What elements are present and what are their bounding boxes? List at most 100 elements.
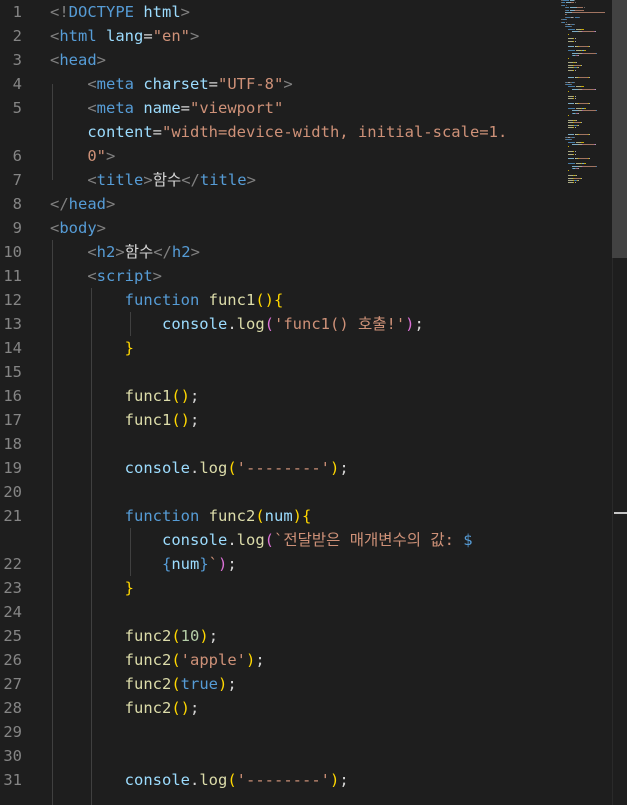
minimap-stroke	[573, 136, 575, 138]
code-token: true	[180, 675, 218, 693]
code-token: 10	[180, 627, 200, 645]
code-token: <	[50, 219, 60, 237]
code-token: =	[143, 27, 153, 45]
code-token: <	[50, 51, 60, 69]
code-token: console	[50, 771, 190, 789]
code-token: ;	[255, 651, 265, 669]
line-number: 2	[12, 27, 22, 45]
minimap-stroke	[595, 88, 597, 90]
code-token: function	[50, 507, 200, 525]
code-token: >	[106, 195, 116, 213]
code-token: <	[50, 243, 97, 261]
minimap-stroke	[574, 98, 576, 100]
code-token: .	[189, 771, 200, 789]
minimap-stroke	[566, 14, 568, 16]
code-token: ;	[339, 459, 349, 477]
code-line: func2();	[50, 696, 200, 720]
minimap-stroke	[585, 108, 587, 109]
minimap-stroke	[571, 12, 606, 13]
code-token: <	[50, 27, 60, 45]
line-number	[0, 120, 22, 144]
code-token: num	[264, 507, 293, 525]
minimap-stroke	[580, 122, 582, 124]
scrollbar-thumb[interactable]	[612, 0, 627, 258]
code-token: =	[180, 99, 191, 117]
code-token: (	[227, 771, 237, 789]
code-line: console.log('func1() 호출!');	[50, 312, 424, 336]
minimap-stroke	[574, 96, 576, 97]
code-token: function	[50, 291, 200, 309]
code-token: (	[227, 459, 237, 477]
minimap[interactable]	[560, 0, 612, 205]
line-number: 24	[3, 603, 22, 621]
code-token: ;	[414, 315, 424, 333]
code-token: >	[180, 3, 191, 21]
code-line: console.log('--------');	[50, 768, 349, 792]
line-number: 18	[3, 435, 22, 453]
minimap-stroke	[574, 38, 576, 40]
minimap-stroke	[568, 28, 576, 30]
code-line: content="width=device-width, initial-sca…	[50, 120, 507, 144]
code-token: 'apple'	[180, 651, 246, 669]
code-token: >	[283, 75, 293, 93]
code-token: num	[171, 555, 200, 573]
line-number: 15	[3, 363, 22, 381]
code-token: 0"	[50, 147, 106, 165]
line-number: 6	[12, 147, 22, 165]
code-token: `전달받은 매개변수의 값:	[274, 531, 464, 549]
minimap-stroke	[582, 86, 584, 88]
minimap-stroke	[582, 144, 595, 145]
code-line: <html lang="en">	[50, 24, 199, 48]
minimap-stroke	[595, 144, 597, 145]
code-token: ()	[171, 699, 190, 717]
minimap-stroke	[570, 139, 572, 141]
line-number: 10	[3, 243, 22, 261]
code-line: <meta name="viewport"	[50, 96, 283, 120]
line-number: 20	[3, 483, 22, 501]
minimap-stroke	[574, 9, 584, 11]
code-line: func1();	[50, 408, 200, 432]
code-token: <!	[50, 3, 69, 21]
line-number: 13	[3, 315, 22, 333]
line-number: 31	[3, 771, 22, 789]
code-token: '--------'	[236, 459, 330, 477]
minimap-stroke	[568, 57, 570, 59]
code-token: {	[50, 555, 172, 573]
code-token: )	[330, 459, 340, 477]
minimap-stroke	[579, 16, 580, 18]
minimap-stroke	[568, 91, 570, 93]
line-number: 5	[12, 99, 22, 117]
code-token: func1	[199, 291, 256, 309]
minimap-stroke	[588, 76, 590, 78]
minimap-stroke	[574, 69, 576, 71]
code-token: )	[292, 507, 302, 525]
code-editor[interactable]: 1 2 3 4 5 6 7 8 9 10 11 12 13 14 15 16 17 18 19 20 21 22 23 24 2…	[0, 0, 627, 805]
line-number: 1	[12, 3, 22, 21]
minimap-stroke	[568, 170, 570, 172]
line-number: 14	[3, 339, 22, 357]
minimap-stroke	[568, 115, 570, 117]
code-token: {	[273, 291, 284, 309]
code-token: "en"	[152, 27, 191, 45]
minimap-stroke	[578, 112, 579, 114]
code-token: ;	[339, 771, 349, 789]
code-line: func2('apple');	[50, 648, 265, 672]
minimap-stroke	[582, 28, 584, 30]
code-token: >	[143, 171, 153, 189]
minimap-stroke	[565, 9, 570, 11]
code-token: log	[236, 531, 265, 549]
code-line: }	[50, 336, 134, 360]
code-token: (	[171, 627, 181, 645]
code-token: (	[264, 315, 274, 333]
code-area[interactable]: <!DOCTYPE html> <html lang="en"> <head> <m…	[50, 0, 560, 805]
minimap-stroke	[574, 153, 576, 155]
line-number: 27	[3, 675, 22, 693]
minimap-stroke	[596, 165, 597, 167]
line-number: 17	[3, 411, 22, 429]
code-line: }	[50, 576, 134, 600]
code-token: console	[50, 315, 228, 333]
code-line: <meta charset="UTF-8">	[50, 72, 293, 96]
minimap-stroke	[574, 151, 576, 153]
code-token: <	[50, 267, 97, 285]
line-number: 29	[3, 723, 22, 741]
